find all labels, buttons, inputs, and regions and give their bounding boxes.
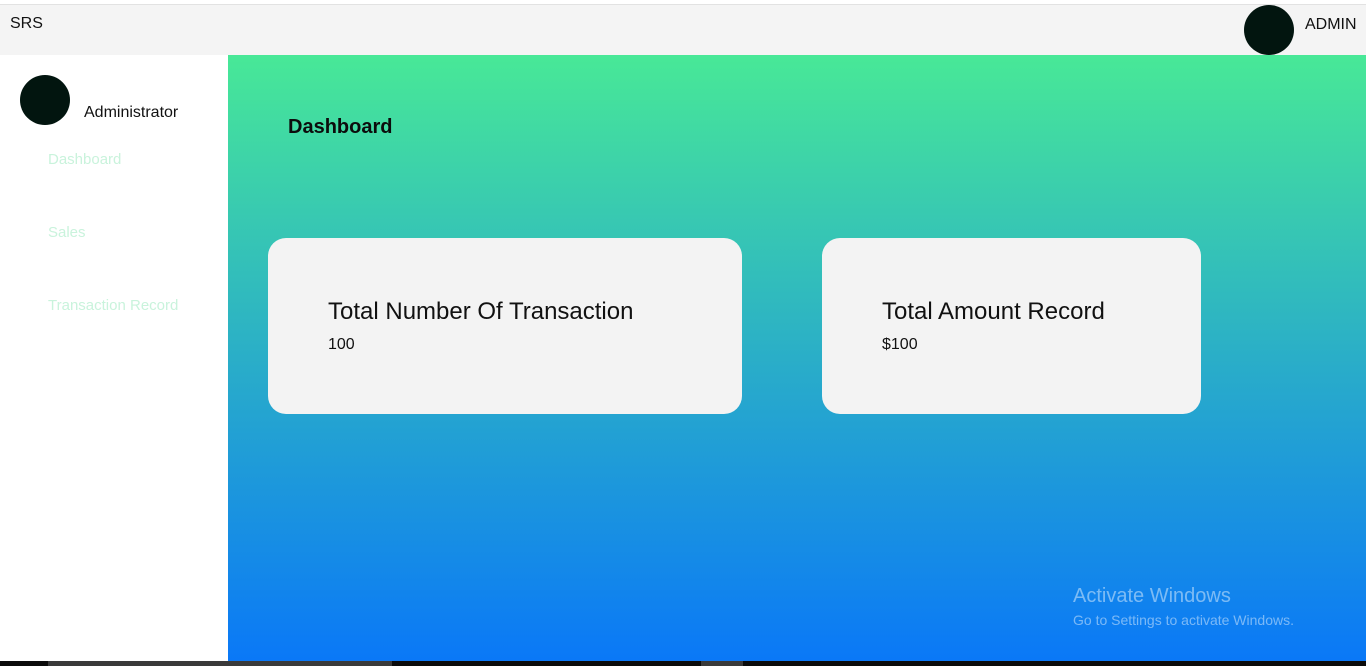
user-avatar-icon[interactable] <box>1244 5 1294 55</box>
taskbar-segment[interactable] <box>48 661 392 666</box>
profile-name: Administrator <box>84 104 179 121</box>
card-value: $100 <box>882 336 918 353</box>
watermark-subtitle: Go to Settings to activate Windows. <box>1073 612 1294 628</box>
card-title: Total Amount Record <box>882 298 1105 325</box>
card-value: 100 <box>328 336 355 353</box>
sidebar-item-transaction-record[interactable]: Transaction Record <box>48 297 178 314</box>
sidebar: Administrator Dashboard Sales Transactio… <box>0 55 228 661</box>
card-title: Total Number Of Transaction <box>328 298 634 325</box>
activation-watermark: Activate Windows Go to Settings to activ… <box>1073 585 1294 628</box>
watermark-title: Activate Windows <box>1073 585 1231 607</box>
page-title: Dashboard <box>288 116 393 138</box>
sidebar-item-sales[interactable]: Sales <box>48 224 86 241</box>
main-content: Dashboard Total Number Of Transaction 10… <box>228 55 1366 661</box>
total-transactions-card: Total Number Of Transaction 100 <box>268 238 742 414</box>
brand-logo-text[interactable]: SRS <box>10 15 43 33</box>
top-bar: SRS ADMIN <box>0 5 1366 55</box>
sidebar-item-dashboard[interactable]: Dashboard <box>48 151 121 168</box>
taskbar <box>0 661 1366 666</box>
user-menu-label[interactable]: ADMIN <box>1305 16 1357 34</box>
profile-avatar-icon <box>20 75 70 125</box>
taskbar-segment[interactable] <box>701 661 743 666</box>
total-amount-card: Total Amount Record $100 <box>822 238 1201 414</box>
